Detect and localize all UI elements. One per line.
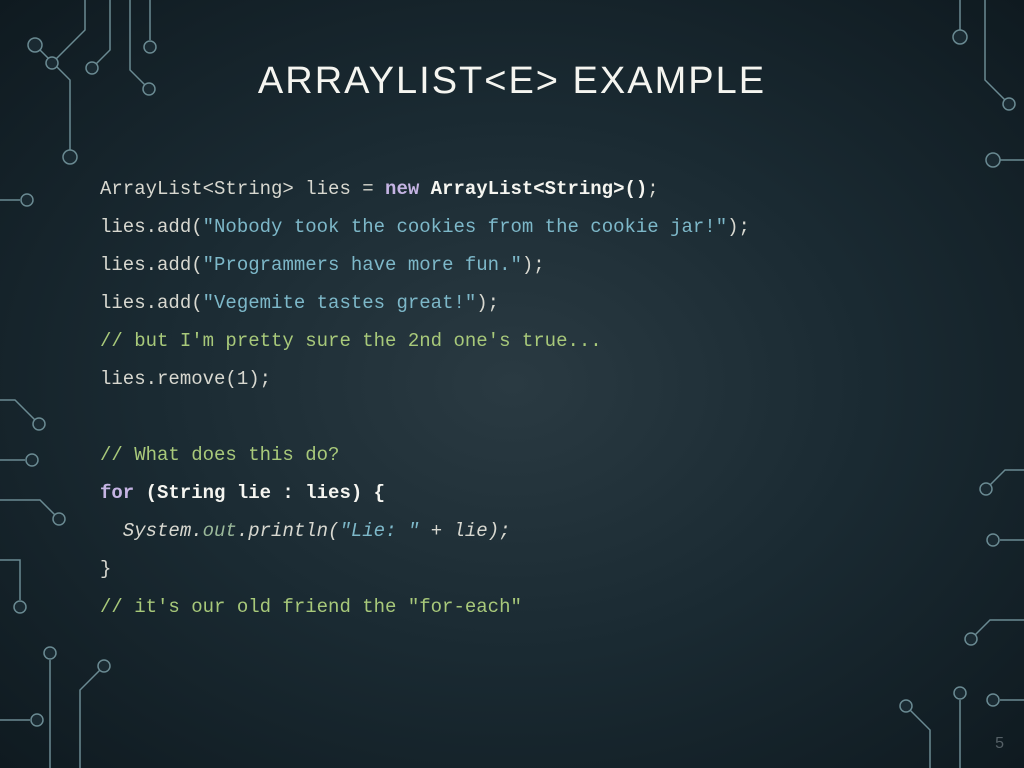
code-text: lies.add( [100,254,203,276]
code-text: ); [476,292,499,314]
comment: // it's our old friend the "for-each" [100,596,522,618]
code-text: lies.add( [100,292,203,314]
code-text: System. [100,520,203,542]
string-literal: "Programmers have more fun." [203,254,522,276]
code-text: + lie); [431,520,511,542]
code-text: ; [647,178,658,200]
comment: // but I'm pretty sure the 2nd one's tru… [100,330,602,352]
code-text: ); [522,254,545,276]
string-literal: "Nobody took the cookies from the cookie… [203,216,728,238]
keyword-for: for [100,482,146,504]
field-out: out [203,520,237,542]
code-text: (String lie : lies) { [146,482,385,504]
code-text: lies.remove(1); [100,368,271,390]
slide-title: ARRAYLIST<E> EXAMPLE [0,60,1024,103]
page-number: 5 [995,735,1004,753]
string-literal: "Lie: " [339,520,430,542]
code-text: } [100,558,111,580]
comment: // What does this do? [100,444,339,466]
code-block: ArrayList<String> lies = new ArrayList<S… [100,170,950,626]
string-literal: "Vegemite tastes great!" [203,292,477,314]
code-text: .println( [237,520,340,542]
code-text: ); [727,216,750,238]
code-text: ArrayList<String> lies = [100,178,385,200]
code-text: ArrayList<String>() [431,178,648,200]
code-text: lies.add( [100,216,203,238]
keyword-new: new [385,178,431,200]
